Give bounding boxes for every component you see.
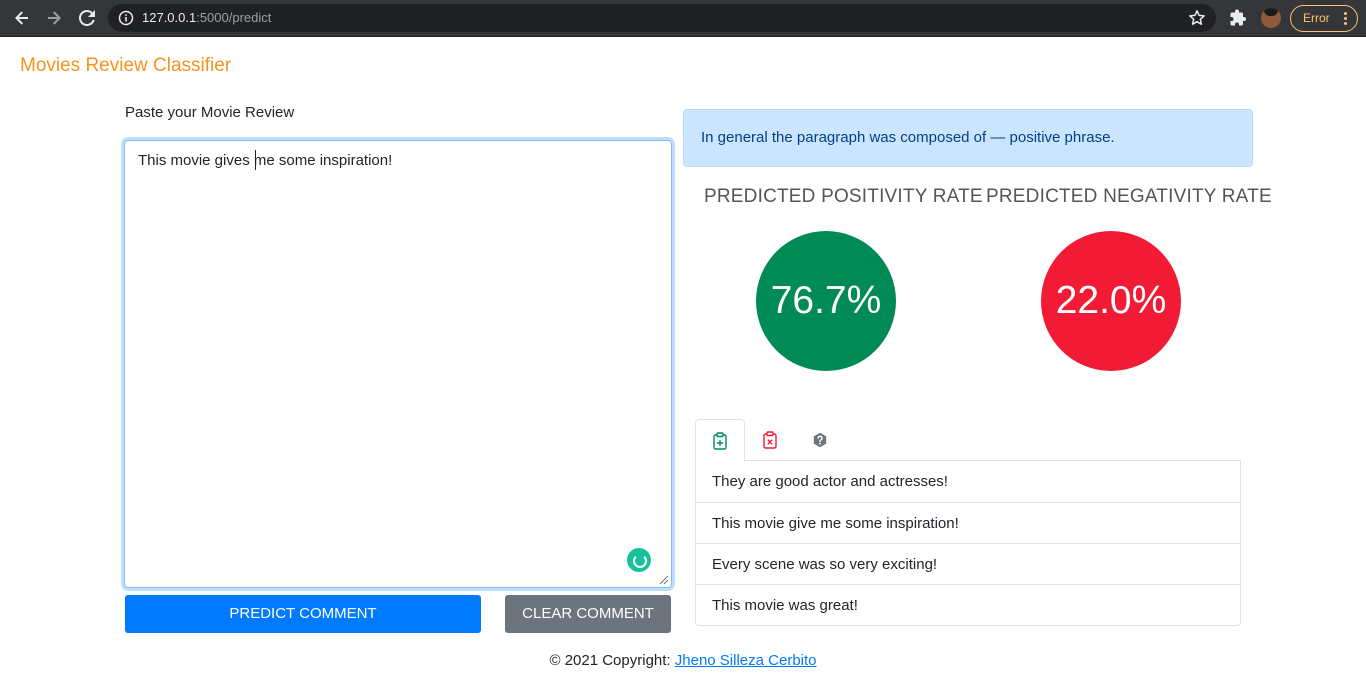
error-label: Error — [1303, 11, 1330, 25]
clear-comment-button[interactable]: CLEAR COMMENT — [505, 595, 671, 633]
more-vert-icon — [1344, 12, 1347, 25]
browser-toolbar: 127.0.0.1:5000/predict Error — [0, 0, 1366, 37]
tab-help[interactable] — [795, 419, 845, 461]
back-button[interactable] — [10, 6, 34, 30]
resize-handle-icon[interactable] — [659, 575, 669, 585]
url-text: 127.0.0.1:5000/predict — [142, 10, 271, 26]
summary-alert: In general the paragraph was composed of… — [683, 109, 1253, 167]
forward-button[interactable] — [42, 6, 66, 30]
list-item: This movie give me some inspiration! — [696, 502, 1240, 543]
reload-icon — [79, 10, 95, 26]
review-input-label: Paste your Movie Review — [125, 104, 295, 121]
list-item: Every scene was so very exciting! — [696, 543, 1240, 584]
tab-negative-phrases[interactable] — [745, 419, 795, 461]
arrow-left-icon — [15, 11, 28, 25]
phrase-tabs — [695, 419, 1241, 462]
author-link[interactable]: Jheno Silleza Cerbito — [675, 652, 817, 669]
review-textarea[interactable]: This movie gives me some inspiration! — [124, 140, 672, 588]
brand-title[interactable]: Movies Review Classifier — [20, 55, 231, 77]
predict-comment-button[interactable]: PREDICT COMMENT — [125, 595, 481, 633]
question-icon — [813, 432, 827, 448]
phrase-list: They are good actor and actresses! This … — [695, 461, 1241, 626]
negativity-rate-label: PREDICTED NEGATIVITY RATE — [986, 186, 1272, 207]
url-host: 127.0.0.1 — [142, 10, 197, 25]
reload-button[interactable] — [75, 6, 99, 30]
positivity-rate-circle: 76.7% — [756, 231, 896, 371]
address-bar[interactable]: 127.0.0.1:5000/predict — [108, 4, 1216, 32]
puzzle-icon[interactable] — [1229, 9, 1247, 27]
grammarly-icon[interactable] — [627, 548, 651, 572]
profile-avatar[interactable] — [1261, 8, 1281, 28]
url-path: :5000/predict — [196, 10, 272, 25]
info-icon[interactable] — [118, 10, 134, 26]
tab-positive-phrases[interactable] — [695, 419, 745, 462]
clipboard-plus-icon — [713, 431, 727, 450]
copyright-text: © 2021 Copyright: — [549, 652, 675, 669]
text-caret — [255, 150, 256, 170]
list-item: This movie was great! — [696, 584, 1240, 625]
review-text: This movie gives me some inspiration! — [138, 152, 393, 169]
arrow-right-icon — [48, 11, 61, 25]
clipboard-x-icon — [763, 431, 777, 449]
footer: © 2021 Copyright: Jheno Silleza Cerbito — [0, 652, 1366, 669]
negativity-rate-circle: 22.0% — [1041, 231, 1181, 371]
bookmark-star-icon[interactable] — [1188, 9, 1206, 27]
positivity-rate-label: PREDICTED POSITIVITY RATE — [704, 186, 983, 207]
list-item: They are good actor and actresses! — [712, 473, 948, 490]
error-button[interactable]: Error — [1290, 5, 1358, 32]
